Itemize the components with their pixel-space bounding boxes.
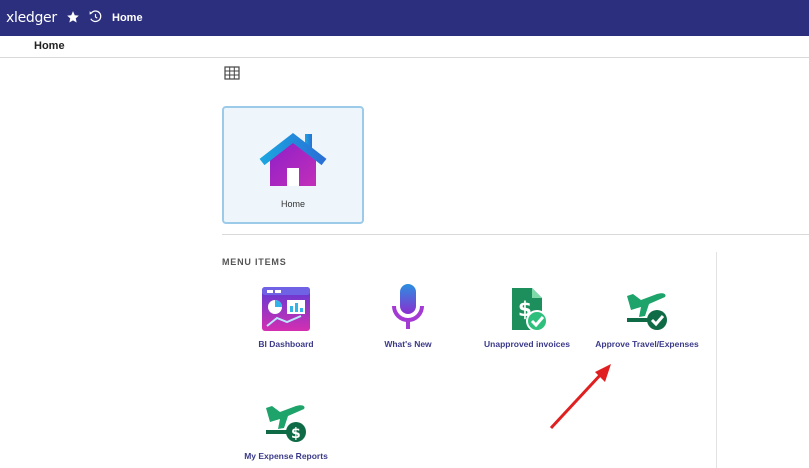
plane-dollar-icon: $ — [266, 405, 306, 442]
grid-view-icon[interactable] — [224, 66, 240, 80]
column-divider — [716, 252, 717, 468]
menu-item-label: What's New — [384, 339, 432, 349]
history-icon[interactable] — [88, 10, 103, 29]
svg-text:$: $ — [291, 426, 301, 442]
menu-item-label: Approve Travel/Expenses — [595, 339, 699, 349]
breadcrumb[interactable]: Home — [112, 12, 143, 24]
menu-item-unapproved-invoices[interactable]: $ Unapproved invoices — [472, 286, 582, 350]
home-card[interactable]: Home — [222, 106, 364, 224]
invoice-check-icon: $ — [512, 288, 548, 332]
menu-item-label: Unapproved invoices — [484, 339, 570, 349]
star-icon[interactable] — [66, 10, 80, 29]
annotation-arrow-icon — [549, 364, 611, 430]
bi-dashboard-icon — [262, 287, 310, 331]
menu-item-bi-dashboard[interactable]: BI Dashboard — [231, 286, 341, 350]
menu-item-whats-new[interactable]: What's New — [353, 282, 463, 350]
menu-section-title: MENU ITEMS — [222, 257, 287, 267]
menu-item-label: My Expense Reports — [244, 451, 328, 461]
menu-item-my-expense-reports[interactable]: $ My Expense Reports — [231, 398, 341, 462]
microphone-icon — [392, 284, 424, 329]
plane-check-icon — [627, 293, 667, 330]
divider — [222, 234, 809, 235]
home-card-label: Home — [280, 199, 305, 209]
brand-logo[interactable]: xledger — [6, 10, 57, 26]
menu-item-approve-travel-expenses[interactable]: Approve Travel/Expenses — [592, 286, 702, 350]
page-title: Home — [34, 40, 65, 52]
top-bar: xledger Home — [0, 0, 809, 36]
page-header: Home — [0, 36, 809, 58]
house-icon — [258, 130, 328, 195]
menu-item-label: BI Dashboard — [258, 339, 314, 349]
